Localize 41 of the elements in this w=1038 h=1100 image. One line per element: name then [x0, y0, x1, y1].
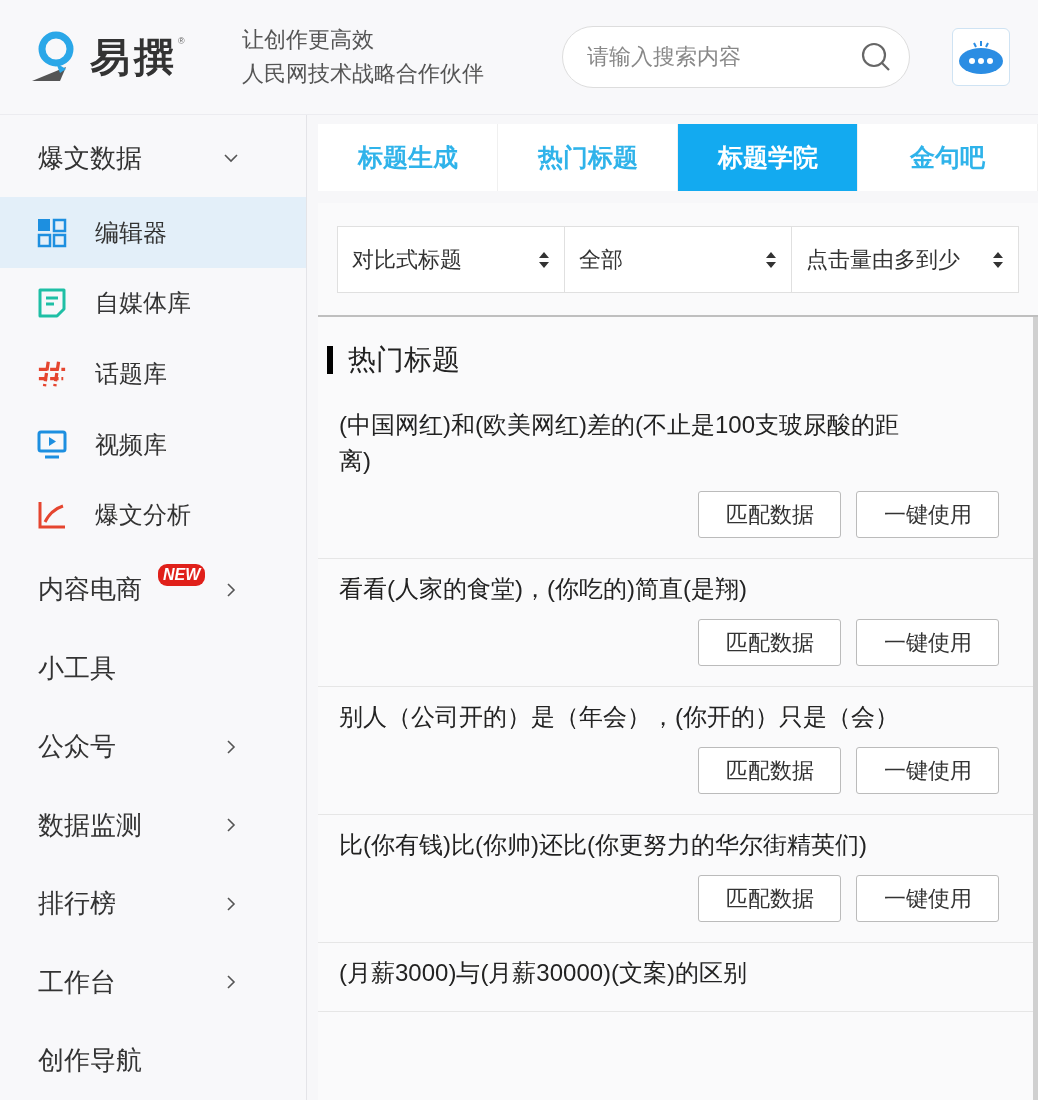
title-text: 别人（公司开的）是（年会），(你开的）只是（会） — [339, 702, 900, 732]
sidebar-item[interactable]: 爆文数据 — [0, 119, 306, 198]
sidebar-item[interactable]: 编辑器 — [0, 197, 306, 269]
sidebar-item[interactable]: 工作台 — [0, 943, 306, 1022]
section-title: 热门标题 — [348, 343, 460, 377]
sidebar-item[interactable]: 话题库 — [0, 338, 306, 410]
sidebar-item[interactable]: 爆文分析 — [0, 480, 306, 551]
line-chart-icon — [37, 500, 67, 531]
action-button[interactable]: 一键使用 — [856, 747, 999, 794]
sidebar-item[interactable]: 公众号 — [0, 707, 306, 787]
action-button[interactable]: 匹配数据 — [698, 747, 841, 794]
sidebar-item[interactable]: 数据监测 — [0, 786, 306, 865]
action-button[interactable]: 匹配数据 — [698, 619, 841, 666]
new-badge: NEW — [158, 563, 206, 586]
chatbot-icon[interactable] — [952, 28, 1010, 86]
title-text: (月薪3000)与(月薪30000)(文案)的区别 — [339, 958, 749, 988]
action-button[interactable]: 一键使用 — [856, 875, 999, 922]
slogan-text: 让创作更高效 — [242, 26, 375, 54]
heading-bar — [327, 346, 333, 374]
sidebar-item[interactable]: 自媒体库 — [0, 268, 306, 339]
title-text: 看看(人家的食堂)，(你吃的)简直(是翔) — [339, 574, 748, 604]
sidebar-item[interactable]: 小工具 — [0, 629, 306, 708]
scrollbar[interactable] — [1033, 317, 1038, 1100]
grid-icon — [37, 217, 67, 248]
action-button[interactable]: 一键使用 — [856, 491, 999, 538]
registered-mark: ® — [178, 35, 185, 48]
video-player-icon — [37, 429, 67, 460]
search-icon[interactable] — [860, 41, 892, 73]
sidebar-item[interactable]: 视频库 — [0, 409, 306, 480]
search-field[interactable]: 请输入搜索内容 — [562, 26, 910, 88]
action-button[interactable]: 一键使用 — [856, 619, 999, 666]
slogan-text: 人民网技术战略合作伙伴 — [242, 60, 485, 88]
sidebar-item[interactable]: 排行榜 — [0, 864, 306, 944]
action-button[interactable]: 匹配数据 — [698, 491, 841, 538]
logo-text: 易撰 — [90, 34, 178, 81]
title-text: 比(你有钱)比(你帅)还比(你更努力的华尔街精英们) — [339, 830, 868, 860]
action-button[interactable]: 匹配数据 — [698, 875, 841, 922]
sidebar-item[interactable]: 创作导航 — [0, 1021, 306, 1100]
title-text: (中国网红)和(欧美网红)差的(不止是100支玻尿酸的距离) — [339, 410, 900, 476]
sidebar-item[interactable]: 内容电商 NEW — [0, 550, 306, 630]
note-icon — [37, 287, 67, 320]
